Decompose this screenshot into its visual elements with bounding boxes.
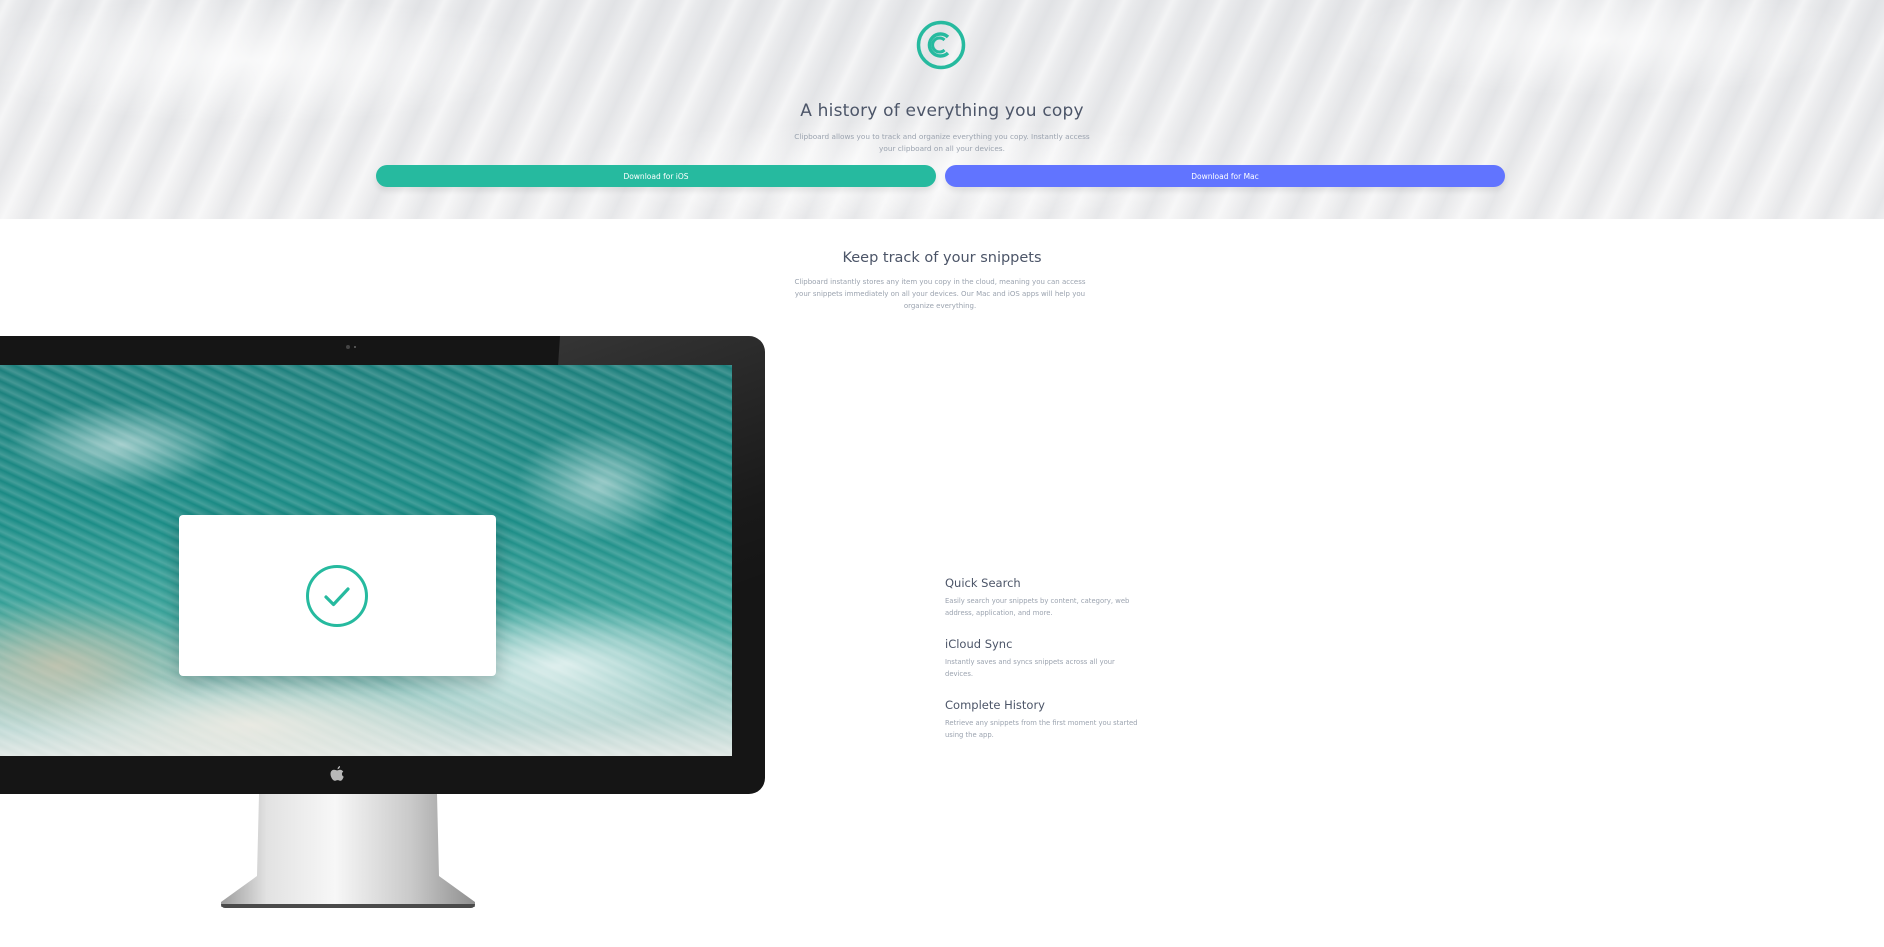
download-mac-button[interactable]: Download for Mac (945, 165, 1505, 187)
camera-sensor (354, 346, 356, 348)
monitor-stand (221, 794, 475, 907)
hero-section: A history of everything you copy Clipboa… (0, 0, 1884, 219)
feature-title: Complete History (945, 698, 1045, 712)
feature-complete-history: Complete History Retrieve any snippets f… (945, 698, 1145, 741)
check-circle-icon (306, 565, 368, 627)
snippets-title: Keep track of your snippets (842, 250, 1042, 266)
download-ios-button[interactable]: Download for iOS (376, 165, 936, 187)
camera-icon (346, 345, 350, 349)
feature-title: Quick Search (945, 576, 1021, 590)
imac-illustration (0, 336, 765, 794)
hero-description: Clipboard allows you to track and organi… (794, 132, 1090, 153)
feature-title: iCloud Sync (945, 637, 1013, 651)
feature-description: Instantly saves and syncs snippets acros… (945, 658, 1115, 678)
confirmation-card (179, 515, 496, 676)
feature-icloud-sync: iCloud Sync Instantly saves and syncs sn… (945, 637, 1145, 680)
hero-title: A history of everything you copy (800, 101, 1084, 121)
feature-quick-search: Quick Search Easily search your snippets… (945, 576, 1145, 619)
feature-description: Easily search your snippets by content, … (945, 597, 1130, 617)
monitor-stand-base (221, 904, 475, 908)
monitor-screen (0, 365, 732, 756)
clipboard-logo-icon (916, 20, 966, 70)
apple-icon (330, 766, 344, 781)
features-list: Quick Search Easily search your snippets… (945, 576, 1145, 759)
feature-description: Retrieve any snippets from the first mom… (945, 719, 1138, 739)
snippets-description: Clipboard instantly stores any item you … (794, 278, 1086, 310)
